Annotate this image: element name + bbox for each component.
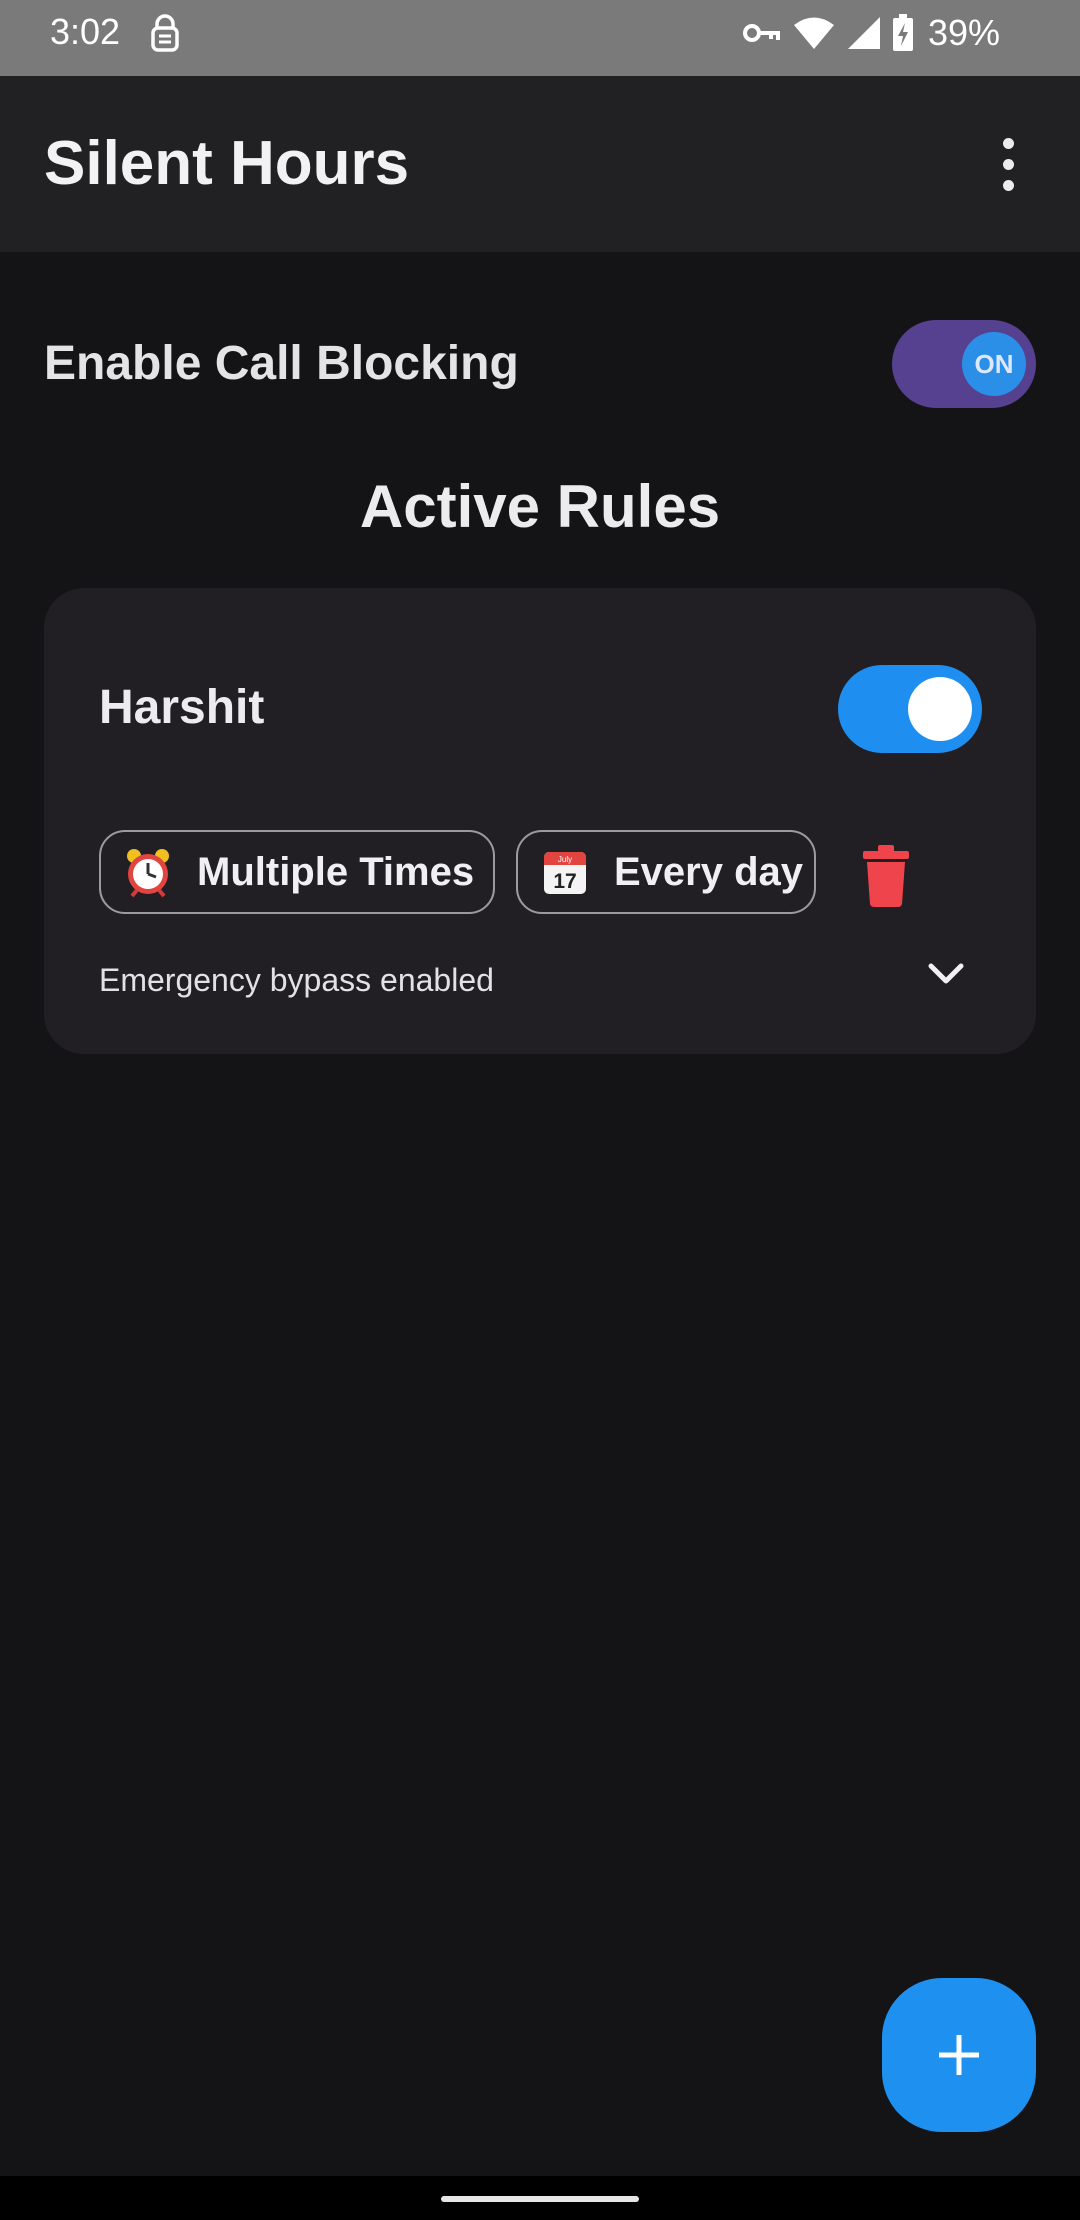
battery-charging-icon xyxy=(892,14,914,52)
vpn-key-icon xyxy=(742,20,782,46)
call-blocking-toggle[interactable]: ON xyxy=(892,320,1036,408)
rule-toggle[interactable] xyxy=(838,665,982,753)
days-chip[interactable]: July 17 Every day xyxy=(516,830,816,914)
status-icons: 39% xyxy=(742,10,1000,56)
overflow-menu-icon[interactable] xyxy=(978,130,1038,198)
add-rule-button[interactable] xyxy=(882,1978,1036,2132)
rule-card[interactable]: Harshit Multiple Times July 17 Every day… xyxy=(44,588,1036,1054)
svg-text:17: 17 xyxy=(553,870,576,893)
call-blocking-row: Enable Call Blocking ON xyxy=(44,318,1036,410)
alarm-clock-icon xyxy=(121,845,175,899)
rule-name: Harshit xyxy=(99,681,265,734)
times-chip-label: Multiple Times xyxy=(197,850,475,894)
signal-icon xyxy=(846,16,882,50)
chevron-down-icon[interactable] xyxy=(922,954,970,994)
active-rules-heading: Active Rules xyxy=(359,473,721,540)
svg-text:July: July xyxy=(558,855,572,864)
calendar-icon: July 17 xyxy=(538,845,592,899)
navigation-bar xyxy=(0,2176,1080,2220)
battery-percent: 39% xyxy=(927,12,1000,53)
trash-icon[interactable] xyxy=(856,842,916,908)
app-bar: Silent Hours xyxy=(0,76,1080,252)
toggle-thumb xyxy=(908,677,972,741)
lock-icon xyxy=(148,14,182,54)
status-time: 3:02 xyxy=(50,11,121,52)
times-chip[interactable]: Multiple Times xyxy=(99,830,495,914)
toggle-state-label: ON xyxy=(962,332,1026,396)
home-indicator[interactable] xyxy=(441,2196,639,2202)
wifi-icon xyxy=(792,16,836,50)
days-chip-label: Every day xyxy=(614,850,804,894)
call-blocking-label: Enable Call Blocking xyxy=(44,337,519,390)
bypass-status-text: Emergency bypass enabled xyxy=(99,962,494,998)
app-title: Silent Hours xyxy=(44,129,410,198)
plus-icon xyxy=(939,2035,979,2075)
status-bar: 3:02 39% xyxy=(0,0,1080,76)
